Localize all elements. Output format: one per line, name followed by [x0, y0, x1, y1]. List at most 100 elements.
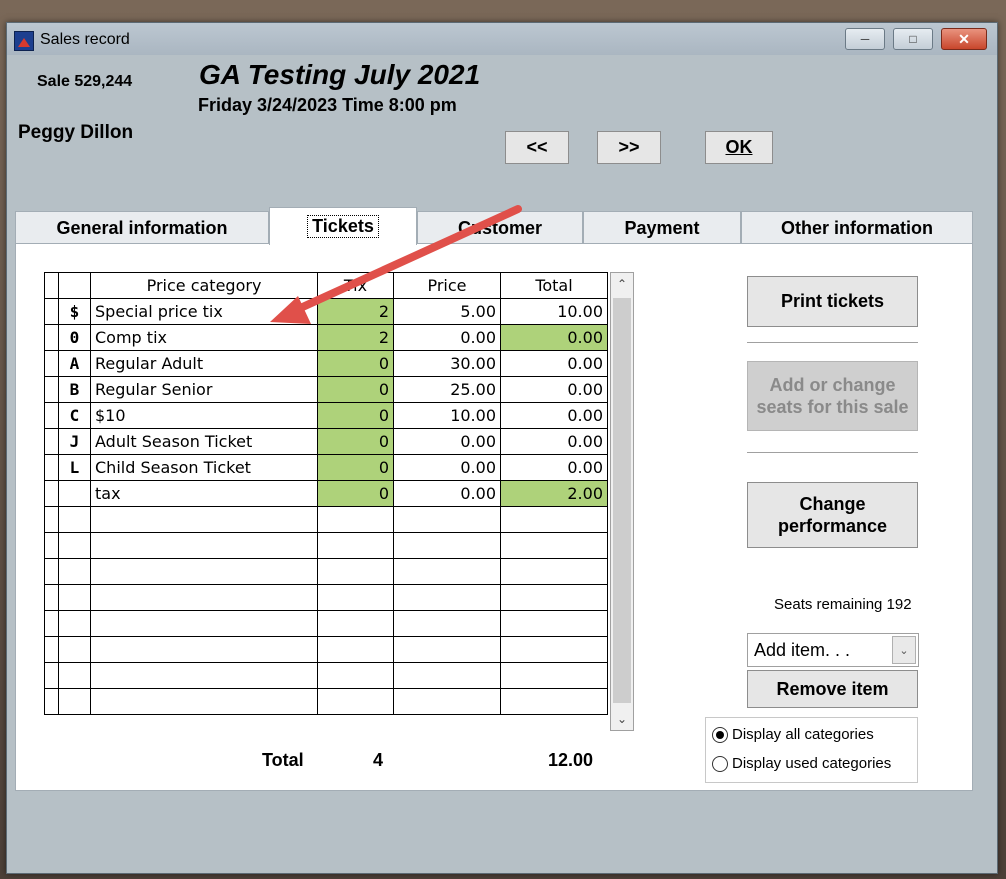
category-name-cell[interactable]: Regular Adult: [90, 350, 318, 377]
total-cell[interactable]: 0.00: [500, 428, 608, 455]
display-used-option[interactable]: Display used categories: [712, 755, 891, 772]
table-row[interactable]: 0 Comp tix 2 0.00 0.00: [44, 324, 608, 351]
table-row[interactable]: [44, 558, 608, 585]
total-cell[interactable]: 0.00: [500, 376, 608, 403]
tix-cell[interactable]: [317, 558, 394, 585]
tab-customer[interactable]: Customer: [417, 211, 583, 245]
category-code-cell[interactable]: [58, 480, 91, 507]
tix-cell[interactable]: 0: [317, 350, 394, 377]
category-code-cell[interactable]: [58, 610, 91, 637]
tab-general-information[interactable]: General information: [15, 211, 269, 245]
table-row[interactable]: [44, 506, 608, 533]
category-code-cell[interactable]: B: [58, 376, 91, 403]
table-row[interactable]: C $10 0 10.00 0.00: [44, 402, 608, 429]
tix-cell[interactable]: [317, 610, 394, 637]
category-code-cell[interactable]: [58, 688, 91, 715]
total-cell[interactable]: [500, 688, 608, 715]
price-cell[interactable]: [393, 688, 501, 715]
total-cell[interactable]: [500, 532, 608, 559]
category-name-cell[interactable]: [90, 662, 318, 689]
category-name-cell[interactable]: [90, 532, 318, 559]
total-cell[interactable]: 10.00: [500, 298, 608, 325]
category-code-cell[interactable]: A: [58, 350, 91, 377]
price-cell[interactable]: 0.00: [393, 454, 501, 481]
maximize-button[interactable]: □: [893, 28, 933, 50]
add-item-dropdown[interactable]: Add item. . . ⌄: [747, 633, 919, 667]
category-name-cell[interactable]: $10: [90, 402, 318, 429]
remove-item-button[interactable]: Remove item: [747, 670, 918, 708]
price-cell[interactable]: 0.00: [393, 428, 501, 455]
category-code-cell[interactable]: [58, 662, 91, 689]
radio-unselected-icon[interactable]: [712, 755, 728, 772]
price-cell[interactable]: [393, 662, 501, 689]
price-cell[interactable]: [393, 610, 501, 637]
category-name-cell[interactable]: Comp tix: [90, 324, 318, 351]
table-row[interactable]: [44, 662, 608, 689]
radio-selected-icon[interactable]: [712, 726, 728, 743]
category-name-cell[interactable]: Child Season Ticket: [90, 454, 318, 481]
price-cell[interactable]: 25.00: [393, 376, 501, 403]
price-cell[interactable]: [393, 584, 501, 611]
close-button[interactable]: ✕: [941, 28, 987, 50]
tab-payment[interactable]: Payment: [583, 211, 741, 245]
table-row[interactable]: [44, 532, 608, 559]
tix-cell[interactable]: 0: [317, 428, 394, 455]
tix-cell[interactable]: [317, 506, 394, 533]
price-cell[interactable]: 30.00: [393, 350, 501, 377]
table-row[interactable]: A Regular Adult 0 30.00 0.00: [44, 350, 608, 377]
table-row[interactable]: [44, 688, 608, 715]
price-cell[interactable]: [393, 532, 501, 559]
next-record-button[interactable]: >>: [597, 131, 661, 164]
chevron-down-icon[interactable]: ⌄: [892, 636, 916, 664]
category-code-cell[interactable]: C: [58, 402, 91, 429]
total-cell[interactable]: [500, 636, 608, 663]
table-row[interactable]: [44, 610, 608, 637]
tix-cell[interactable]: 0: [317, 376, 394, 403]
tix-cell[interactable]: [317, 688, 394, 715]
tab-tickets[interactable]: Tickets: [269, 207, 417, 245]
price-cell[interactable]: [393, 636, 501, 663]
total-cell[interactable]: 0.00: [500, 324, 608, 351]
category-name-cell[interactable]: [90, 506, 318, 533]
table-row[interactable]: J Adult Season Ticket 0 0.00 0.00: [44, 428, 608, 455]
display-all-option[interactable]: Display all categories: [712, 726, 874, 743]
category-code-cell[interactable]: 0: [58, 324, 91, 351]
total-cell[interactable]: [500, 610, 608, 637]
category-name-cell[interactable]: [90, 636, 318, 663]
category-code-cell[interactable]: [58, 584, 91, 611]
tix-cell[interactable]: [317, 584, 394, 611]
category-name-cell[interactable]: Special price tix: [90, 298, 318, 325]
table-row[interactable]: B Regular Senior 0 25.00 0.00: [44, 376, 608, 403]
price-cell[interactable]: 0.00: [393, 324, 501, 351]
price-cell[interactable]: [393, 506, 501, 533]
total-cell[interactable]: [500, 558, 608, 585]
ok-button[interactable]: OK: [705, 131, 773, 164]
table-row[interactable]: $ Special price tix 2 5.00 10.00: [44, 298, 608, 325]
total-cell[interactable]: [500, 584, 608, 611]
category-name-cell[interactable]: [90, 584, 318, 611]
table-row[interactable]: tax 0 0.00 2.00: [44, 480, 608, 507]
total-cell[interactable]: 0.00: [500, 402, 608, 429]
category-code-cell[interactable]: [58, 636, 91, 663]
category-code-cell[interactable]: [58, 506, 91, 533]
tix-cell[interactable]: 2: [317, 298, 394, 325]
total-cell[interactable]: 0.00: [500, 454, 608, 481]
tix-cell[interactable]: 0: [317, 454, 394, 481]
grid-scrollbar[interactable]: ⌃ ⌄: [610, 272, 634, 731]
category-code-cell[interactable]: L: [58, 454, 91, 481]
tix-cell[interactable]: 0: [317, 402, 394, 429]
scroll-thumb[interactable]: [613, 298, 631, 703]
category-name-cell[interactable]: Regular Senior: [90, 376, 318, 403]
scroll-down-icon[interactable]: ⌄: [611, 708, 633, 730]
category-name-cell[interactable]: tax: [90, 480, 318, 507]
total-cell[interactable]: 2.00: [500, 480, 608, 507]
tix-cell[interactable]: 2: [317, 324, 394, 351]
price-cell[interactable]: 10.00: [393, 402, 501, 429]
scroll-up-icon[interactable]: ⌃: [611, 273, 633, 295]
tix-cell[interactable]: [317, 532, 394, 559]
category-name-cell[interactable]: [90, 688, 318, 715]
tix-cell[interactable]: [317, 636, 394, 663]
category-code-cell[interactable]: [58, 532, 91, 559]
tab-other-information[interactable]: Other information: [741, 211, 973, 245]
category-code-cell[interactable]: [58, 558, 91, 585]
